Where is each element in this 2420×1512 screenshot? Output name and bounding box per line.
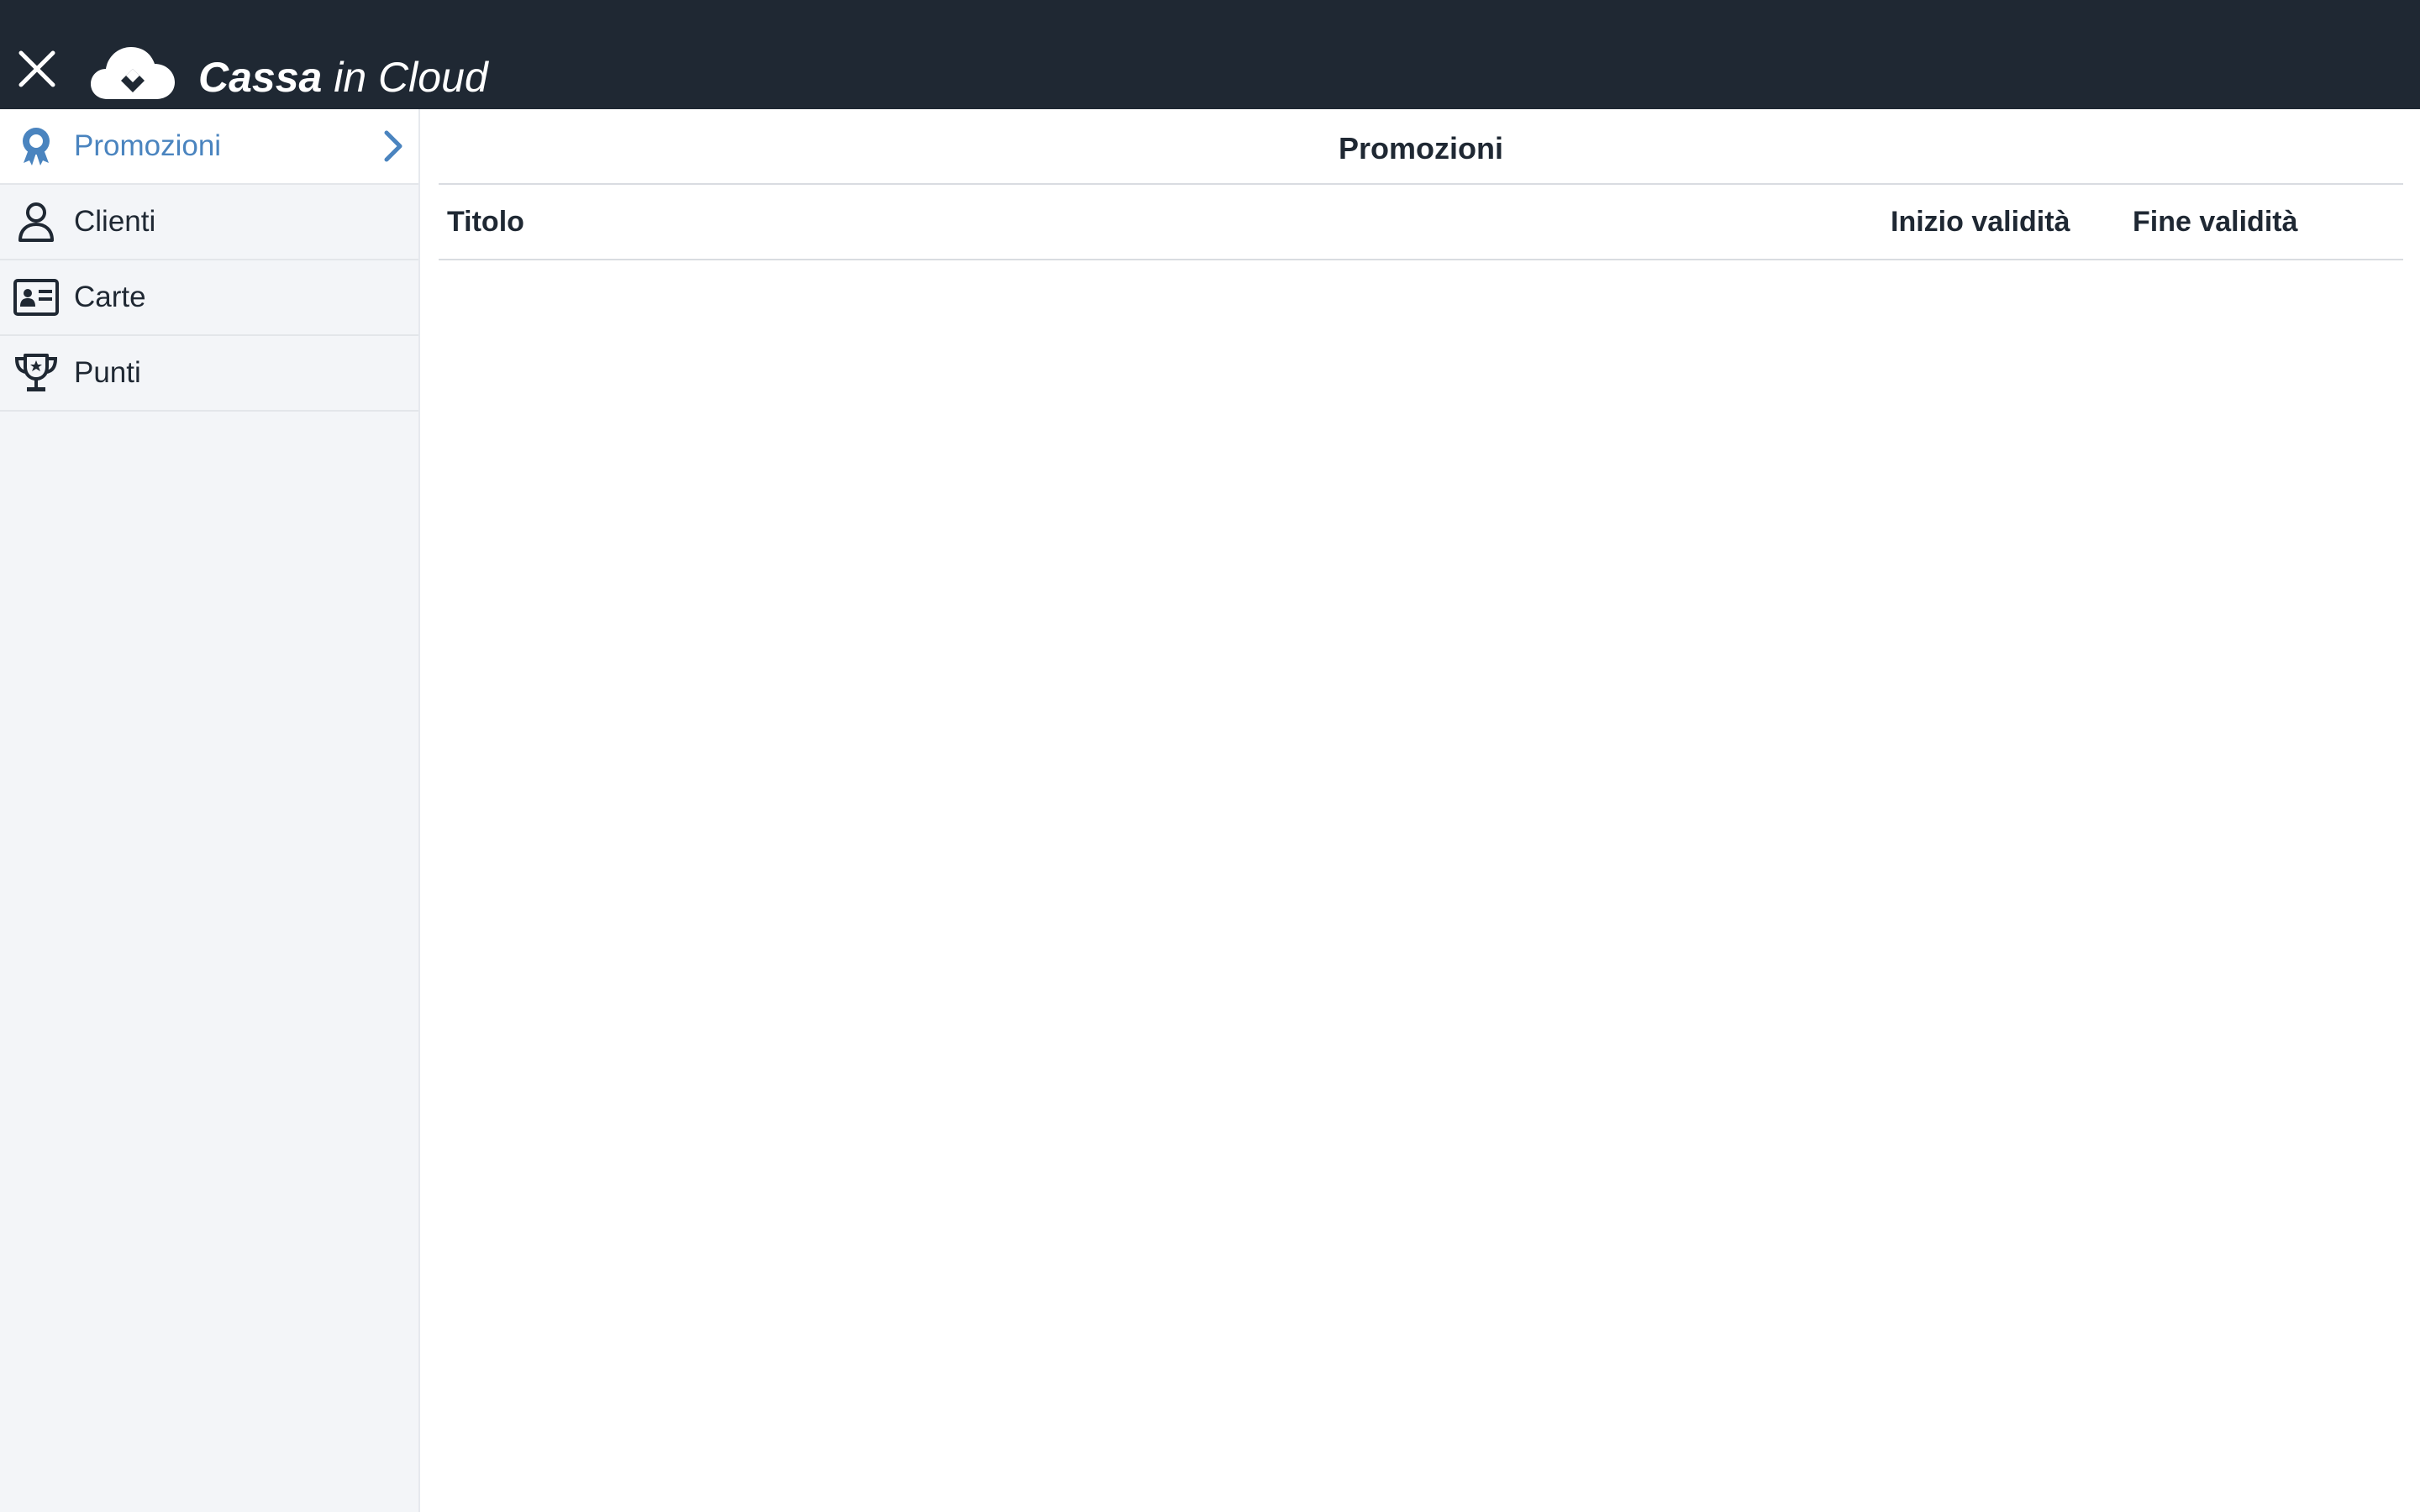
close-button[interactable] [12,44,62,94]
sidebar-item-carte[interactable]: Carte [0,260,418,336]
sidebar-item-clienti[interactable]: Clienti [0,185,418,260]
table-header: Titolo Inizio validità Fine validità [439,185,2403,260]
user-icon [13,199,59,244]
id-card-icon [13,275,59,320]
column-header-inizio-validita[interactable]: Inizio validità [1891,185,2070,259]
page-title: Promozioni [439,109,2403,185]
sidebar-item-label: Promozioni [74,129,222,162]
sidebar-item-label: Punti [74,356,141,389]
main-content: Promozioni Titolo Inizio validità Fine v… [420,109,2420,1512]
cloud-logo-icon [91,47,175,99]
brand-name-light: in Cloud [322,54,488,101]
app-header: Cassa in Cloud [0,0,2420,109]
sidebar-item-label: Clienti [74,205,156,238]
sidebar-item-punti[interactable]: Punti [0,336,418,412]
app-brand: Cassa in Cloud [198,49,488,106]
column-header-fine-validita[interactable]: Fine validità [2133,185,2298,259]
sidebar: Promozioni Clienti Carte Punti [0,109,420,1512]
trophy-icon [13,350,59,396]
sidebar-item-promozioni[interactable]: Promozioni [0,109,418,185]
brand-name-bold: Cassa [198,54,323,101]
column-header-titolo[interactable]: Titolo [447,185,524,259]
award-icon [13,123,59,169]
table-body [439,260,2403,1512]
chevron-right-icon [384,130,402,162]
sidebar-item-label: Carte [74,281,146,313]
close-icon [18,50,55,87]
